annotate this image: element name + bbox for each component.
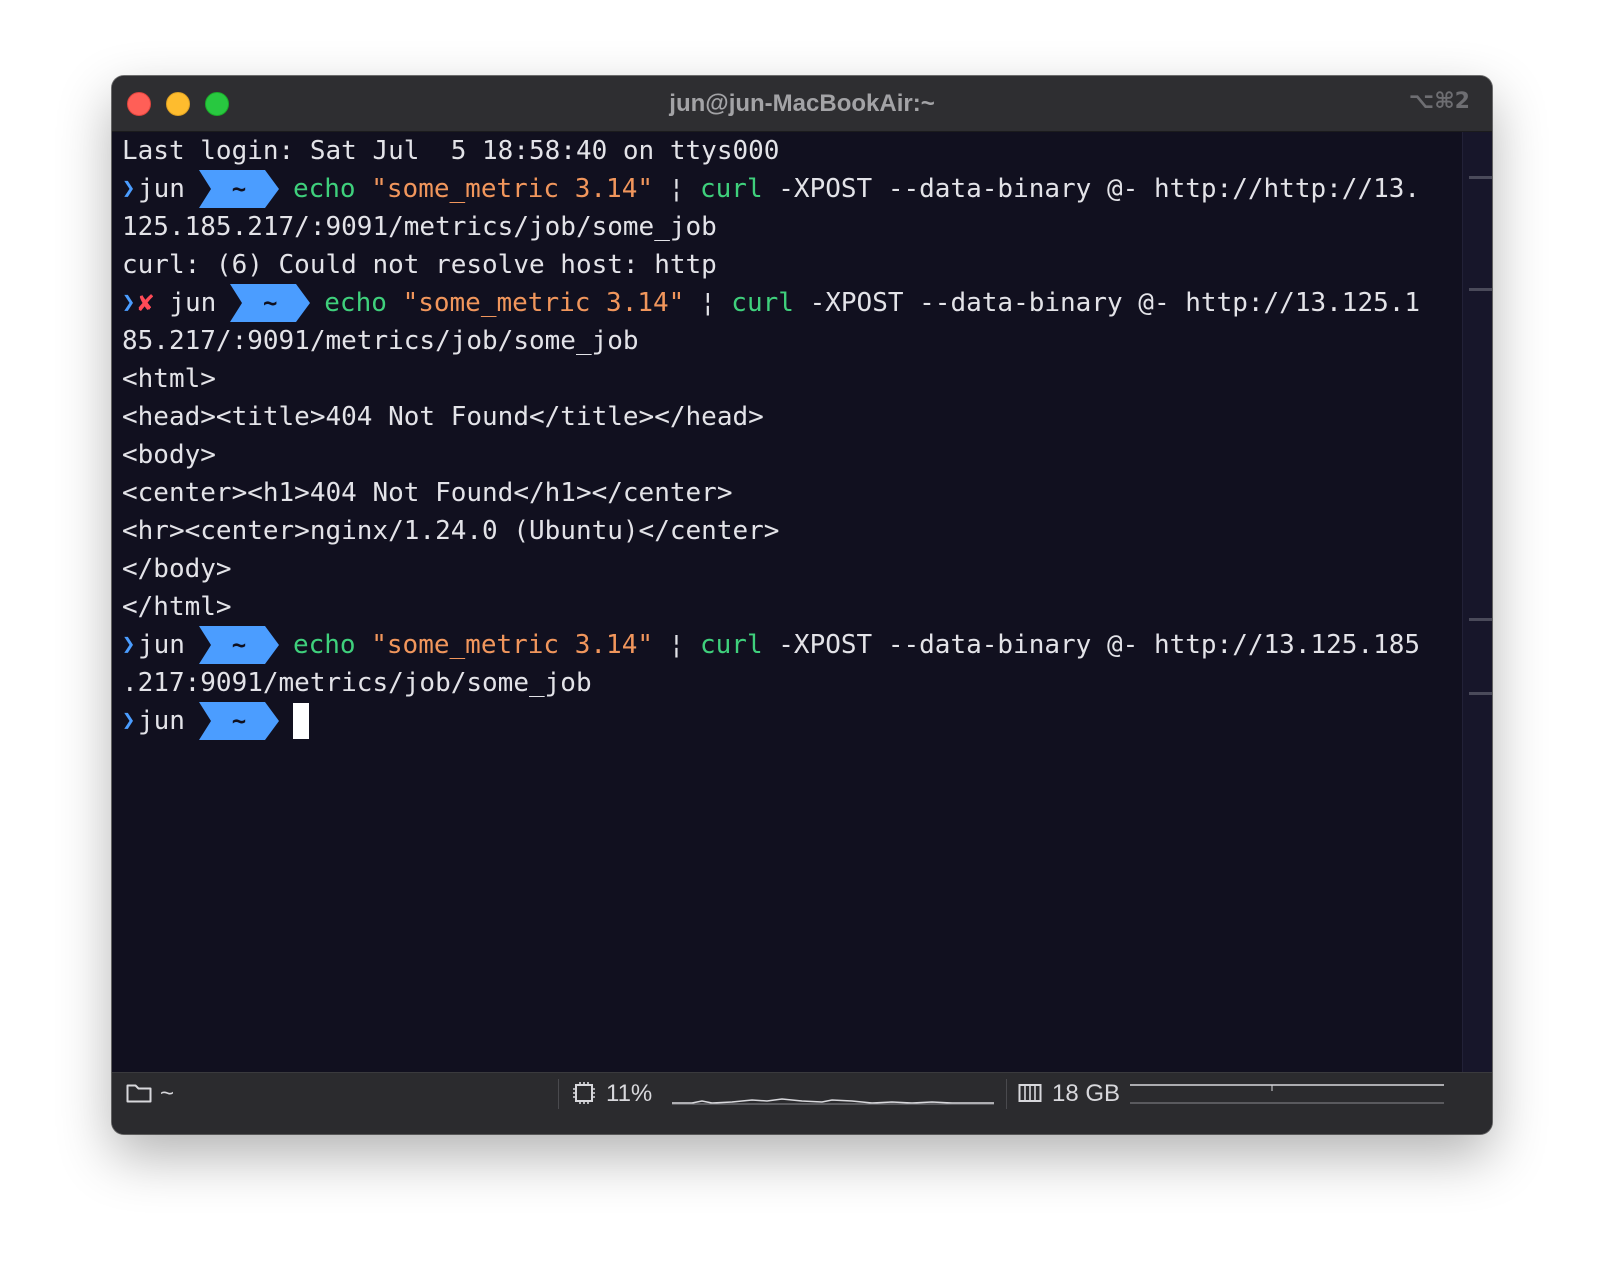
command-mark[interactable] bbox=[1469, 618, 1492, 621]
prompt-line-error: ❯ ✘ jun ~ echo "some_metric 3.14" ¦ curl -X… bbox=[122, 284, 1462, 322]
command-mark[interactable] bbox=[1469, 692, 1492, 695]
prompt-user: jun bbox=[138, 630, 185, 660]
current-prompt-line[interactable]: ❯ jun ~ bbox=[122, 702, 1462, 740]
output-line: </html> bbox=[122, 592, 232, 622]
cwd-label[interactable]: ~ bbox=[160, 1073, 174, 1115]
command-wrap-line: 125.185.217/:9091/metrics/job/some_job bbox=[122, 212, 717, 242]
window-shortcut: ⌥⌘2 bbox=[1408, 89, 1470, 114]
command-string: "some_metric 3.14" bbox=[371, 174, 654, 204]
terminal-window: jun@jun-MacBookAir:~ ⌥⌘2 Last login: Sat… bbox=[112, 76, 1492, 1134]
command-string: "some_metric 3.14" bbox=[402, 288, 685, 318]
command-pipe: ¦ bbox=[699, 288, 716, 318]
status-bar: ~ 11% 18 GB bbox=[112, 1072, 1492, 1134]
prompt-line: ❯ jun ~ echo "some_metric 3.14" ¦ curl -XPO… bbox=[122, 626, 1462, 664]
prompt-chevron-icon: ❯ bbox=[122, 632, 136, 657]
prompt-chevron-icon: ❯ bbox=[122, 290, 136, 315]
prompt-chevron-icon: ❯ bbox=[122, 708, 136, 733]
output-line: <hr><center>nginx/1.24.0 (Ubuntu)</cente… bbox=[122, 516, 780, 546]
directory-badge: ~ bbox=[198, 626, 279, 664]
output-line: <html> bbox=[122, 364, 216, 394]
cpu-chip-icon bbox=[572, 1073, 596, 1115]
command-pipe: ¦ bbox=[668, 630, 685, 660]
command-pipe: ¦ bbox=[668, 174, 685, 204]
output-line: <center><h1>404 Not Found</h1></center> bbox=[122, 478, 733, 508]
prompt-line: ❯ jun ~ echo "some_metric 3.14" ¦ curl -XPO… bbox=[122, 170, 1462, 208]
output-line: </body> bbox=[122, 554, 232, 584]
output-line: curl: (6) Could not resolve host: http bbox=[122, 250, 717, 280]
command-wrap-line: 85.217/:9091/metrics/job/some_job bbox=[122, 326, 639, 356]
scrollbar[interactable] bbox=[1462, 132, 1492, 1072]
command-echo: echo bbox=[292, 630, 356, 660]
command-wrap-line: .217:9091/metrics/job/some_job bbox=[122, 668, 592, 698]
output-line: <head><title>404 Not Found</title></head… bbox=[122, 402, 764, 432]
prompt-user: jun bbox=[138, 174, 185, 204]
command-string: "some_metric 3.14" bbox=[371, 630, 654, 660]
command-echo: echo bbox=[324, 288, 387, 318]
status-divider bbox=[1006, 1079, 1007, 1109]
command-mark[interactable] bbox=[1469, 176, 1492, 179]
terminal-output[interactable]: Last login: Sat Jul 5 18:58:40 on ttys00… bbox=[112, 132, 1462, 1072]
cpu-sparkline bbox=[672, 1098, 994, 1105]
memory-icon bbox=[1018, 1073, 1042, 1115]
command-args: -XPOST --data-binary @- http://13.125.18… bbox=[778, 630, 1421, 660]
prompt-user: jun bbox=[169, 288, 217, 318]
command-curl: curl bbox=[731, 288, 794, 318]
memory-usage: 18 GB bbox=[1052, 1080, 1121, 1107]
command-curl: curl bbox=[699, 174, 763, 204]
memory-gauge bbox=[1130, 1084, 1444, 1104]
command-args: -XPOST --data-binary @- http://13.125.1 bbox=[809, 288, 1421, 318]
prompt-user: jun bbox=[138, 706, 185, 736]
command-echo: echo bbox=[292, 174, 356, 204]
directory-badge: ~ bbox=[198, 170, 279, 208]
folder-icon[interactable] bbox=[126, 1073, 152, 1115]
command-args: -XPOST --data-binary @- http://http://13… bbox=[778, 174, 1421, 204]
directory-badge: ~ bbox=[230, 284, 311, 322]
command-mark[interactable] bbox=[1469, 288, 1492, 291]
cpu-usage: 11% bbox=[606, 1080, 653, 1107]
window-title: jun@jun-MacBookAir:~ bbox=[669, 90, 935, 117]
status-divider bbox=[558, 1079, 559, 1109]
last-login-line: Last login: Sat Jul 5 18:58:40 on ttys00… bbox=[122, 136, 780, 166]
output-line: <body> bbox=[122, 440, 216, 470]
prompt-chevron-icon: ❯ bbox=[122, 176, 136, 201]
text-cursor bbox=[292, 703, 309, 739]
title-bar: jun@jun-MacBookAir:~ ⌥⌘2 bbox=[112, 76, 1492, 132]
command-curl: curl bbox=[699, 630, 763, 660]
directory-badge: ~ bbox=[198, 702, 279, 740]
error-status-icon: ✘ bbox=[138, 288, 154, 318]
